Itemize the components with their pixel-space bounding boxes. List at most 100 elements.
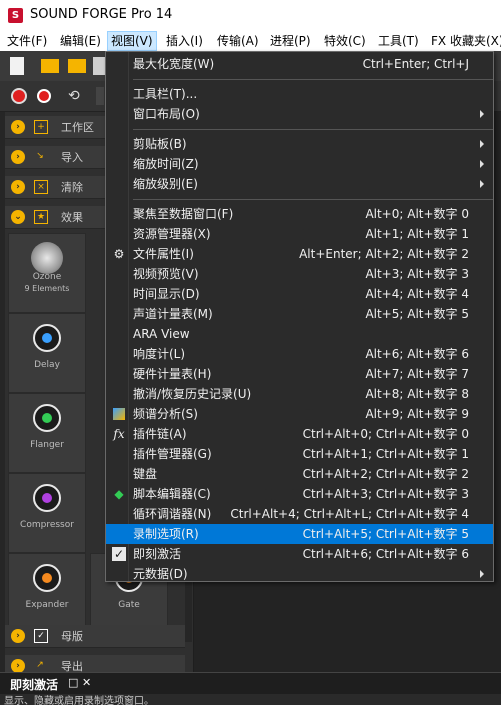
menu-item-shortcut: Alt+8; Alt+数字 8 bbox=[365, 387, 469, 401]
collapse-icon[interactable]: ⌄ bbox=[11, 210, 25, 224]
plugin-expander[interactable]: Expander bbox=[8, 553, 86, 633]
status-text: 显示、隐藏或启用录制选项窗口。 bbox=[4, 696, 154, 705]
submenu-arrow-icon bbox=[480, 140, 484, 148]
category-export[interactable]: › ↗ 导出 bbox=[5, 655, 185, 673]
menu-item-video-preview[interactable]: 视频预览(V) Alt+3; Alt+数字 3 bbox=[106, 264, 493, 284]
plugin-delay[interactable]: Delay bbox=[8, 313, 86, 393]
submenu-arrow-icon bbox=[480, 160, 484, 168]
menu-item-focus-data-window[interactable]: 聚焦至数据窗口(F) Alt+0; Alt+数字 0 bbox=[106, 204, 493, 224]
menu-item-maximize-width[interactable]: 最大化宽度(W) Ctrl+Enter; Ctrl+J bbox=[106, 54, 493, 74]
menu-item-label: 录制选项(R) bbox=[133, 527, 199, 541]
menu-item-metadata[interactable]: 元数据(D) bbox=[106, 564, 493, 584]
menu-item-hardware-meters[interactable]: 硬件计量表(H) Alt+7; Alt+数字 7 bbox=[106, 364, 493, 384]
menu-item-clipboard[interactable]: 剪贴板(B) bbox=[106, 134, 493, 154]
menu-item-label: 工具栏(T)... bbox=[133, 87, 198, 101]
menu-effects[interactable]: 特效(C) bbox=[321, 31, 369, 51]
menu-item-plugin-manager[interactable]: 插件管理器(G) Ctrl+Alt+1; Ctrl+Alt+数字 1 bbox=[106, 444, 493, 464]
menu-item-window-layout[interactable]: 窗口布局(O) bbox=[106, 104, 493, 124]
new-file-icon[interactable] bbox=[10, 57, 24, 75]
expand-icon[interactable]: › bbox=[11, 180, 25, 194]
menu-item-label: 即刻激活 bbox=[133, 547, 182, 561]
menu-item-zoom-level[interactable]: 缩放级别(E) bbox=[106, 174, 493, 194]
record-options-icon[interactable] bbox=[11, 88, 27, 104]
menu-item-label: 撤消/恢复历史记录(U) bbox=[133, 387, 252, 401]
record-icon[interactable] bbox=[37, 89, 51, 103]
category-label: 工作区 bbox=[61, 121, 94, 134]
gear-icon: ⚙ bbox=[113, 247, 125, 261]
menu-tools[interactable]: 工具(T) bbox=[375, 31, 422, 51]
menu-item-file-properties[interactable]: ⚙ 文件属性(I) Alt+Enter; Alt+2; Alt+数字 2 bbox=[106, 244, 493, 264]
menu-item-shortcut: Alt+3; Alt+数字 3 bbox=[365, 267, 469, 281]
menu-item-spectrum-analysis[interactable]: 频谱分析(S) Alt+9; Alt+数字 9 bbox=[106, 404, 493, 424]
expand-icon[interactable]: › bbox=[11, 629, 25, 643]
save-icon[interactable] bbox=[93, 57, 105, 75]
menu-item-shortcut: Ctrl+Alt+1; Ctrl+Alt+数字 1 bbox=[302, 447, 469, 461]
menu-item-label: 最大化宽度(W) bbox=[133, 57, 215, 71]
menu-item-loudness-meter[interactable]: 响度计(L) Alt+6; Alt+数字 6 bbox=[106, 344, 493, 364]
close-icon[interactable]: ✕ bbox=[82, 676, 91, 689]
menu-item-label: 窗口布局(O) bbox=[133, 107, 200, 121]
menu-item-explorer[interactable]: 资源管理器(X) Alt+1; Alt+数字 1 bbox=[106, 224, 493, 244]
pin-icon[interactable]: □ bbox=[68, 676, 78, 689]
menu-item-label: 响度计(L) bbox=[133, 347, 186, 361]
plugin-ozone[interactable]: Ozone 9 Elements bbox=[8, 233, 86, 313]
plugin-name: Ozone bbox=[32, 272, 62, 282]
plugin-subtitle: 9 Elements bbox=[24, 284, 70, 293]
category-mastering[interactable]: › ✓ 母版 bbox=[5, 625, 185, 648]
category-label: 清除 bbox=[61, 181, 83, 194]
menu-item-shortcut: Ctrl+Alt+4; Ctrl+Alt+L; Ctrl+Alt+数字 4 bbox=[230, 507, 469, 521]
ozone-icon bbox=[31, 242, 63, 274]
menu-item-script-editor[interactable]: ◆ 脚本编辑器(C) Ctrl+Alt+3; Ctrl+Alt+数字 3 bbox=[106, 484, 493, 504]
open-folder2-icon[interactable] bbox=[68, 59, 86, 73]
knob-icon bbox=[33, 404, 61, 432]
knob-icon bbox=[33, 564, 61, 592]
menu-insert[interactable]: 插入(I) bbox=[163, 31, 206, 51]
view-menu-dropdown: 最大化宽度(W) Ctrl+Enter; Ctrl+J 工具栏(T)... 窗口… bbox=[105, 51, 494, 582]
plugin-name: Delay bbox=[34, 360, 60, 370]
menu-item-label: 剪贴板(B) bbox=[133, 137, 187, 151]
spectrum-icon bbox=[113, 408, 125, 420]
menu-item-toolbars[interactable]: 工具栏(T)... bbox=[106, 84, 493, 104]
open-folder-icon[interactable] bbox=[41, 59, 59, 73]
menu-item-zoom-time[interactable]: 缩放时间(Z) bbox=[106, 154, 493, 174]
menu-item-shortcut: Ctrl+Alt+6; Ctrl+Alt+数字 6 bbox=[302, 547, 469, 561]
menu-item-keyboard[interactable]: 键盘 Ctrl+Alt+2; Ctrl+Alt+数字 2 bbox=[106, 464, 493, 484]
menu-item-instant-activate[interactable]: ✓ 即刻激活 Ctrl+Alt+6; Ctrl+Alt+数字 6 bbox=[106, 544, 493, 564]
menu-bar: 文件(F) 编辑(E) 视图(V) 插入(I) 传输(A) 进程(P) 特效(C… bbox=[0, 31, 501, 51]
menu-item-label: 硬件计量表(H) bbox=[133, 367, 212, 381]
menu-item-label: 时间显示(D) bbox=[133, 287, 200, 301]
menu-view[interactable]: 视图(V) bbox=[107, 31, 157, 51]
menu-item-label: 视频预览(V) bbox=[133, 267, 199, 281]
menu-item-label: 文件属性(I) bbox=[133, 247, 194, 261]
check-box-icon: ✓ bbox=[34, 629, 48, 643]
category-label: 母版 bbox=[61, 630, 83, 643]
menu-item-ara-view[interactable]: ARA View bbox=[106, 324, 493, 344]
knob-icon bbox=[33, 324, 61, 352]
plugin-compressor[interactable]: Compressor bbox=[8, 473, 86, 553]
menu-item-plugin-chain[interactable]: fx 插件链(A) Ctrl+Alt+0; Ctrl+Alt+数字 0 bbox=[106, 424, 493, 444]
docked-window-tab: 即刻激活 □ ✕ bbox=[0, 672, 501, 695]
menu-transport[interactable]: 传输(A) bbox=[214, 31, 262, 51]
menu-item-label: 聚焦至数据窗口(F) bbox=[133, 207, 234, 221]
menu-process[interactable]: 进程(P) bbox=[267, 31, 314, 51]
expand-icon[interactable]: › bbox=[11, 150, 25, 164]
menu-file[interactable]: 文件(F) bbox=[4, 31, 50, 51]
menu-item-loop-tuner[interactable]: 循环调谐器(N) Ctrl+Alt+4; Ctrl+Alt+L; Ctrl+Al… bbox=[106, 504, 493, 524]
menu-item-label: 元数据(D) bbox=[133, 567, 188, 581]
checkmark-icon: ✓ bbox=[112, 547, 126, 561]
menu-edit[interactable]: 编辑(E) bbox=[57, 31, 104, 51]
plugin-flanger[interactable]: Flanger bbox=[8, 393, 86, 473]
menu-item-record-options[interactable]: 录制选项(R) Ctrl+Alt+5; Ctrl+Alt+数字 5 bbox=[106, 524, 493, 544]
menu-item-label: 插件链(A) bbox=[133, 427, 187, 441]
menu-item-undo-history[interactable]: 撤消/恢复历史记录(U) Alt+8; Alt+数字 8 bbox=[106, 384, 493, 404]
expand-icon[interactable]: › bbox=[11, 120, 25, 134]
menu-separator bbox=[133, 199, 493, 200]
loop-icon[interactable]: ⟲ bbox=[68, 87, 86, 105]
title-bar: S SOUND FORGE Pro 14 bbox=[0, 0, 501, 31]
menu-item-shortcut: Ctrl+Alt+5; Ctrl+Alt+数字 5 bbox=[302, 527, 469, 541]
expand-icon[interactable]: › bbox=[11, 659, 25, 672]
menu-fx-favorites[interactable]: FX 收藏夹(X) bbox=[428, 31, 501, 51]
menu-item-time-display[interactable]: 时间显示(D) Alt+4; Alt+数字 4 bbox=[106, 284, 493, 304]
toolbar-more-icon[interactable] bbox=[96, 87, 104, 105]
menu-item-channel-meters[interactable]: 声道计量表(M) Alt+5; Alt+数字 5 bbox=[106, 304, 493, 324]
